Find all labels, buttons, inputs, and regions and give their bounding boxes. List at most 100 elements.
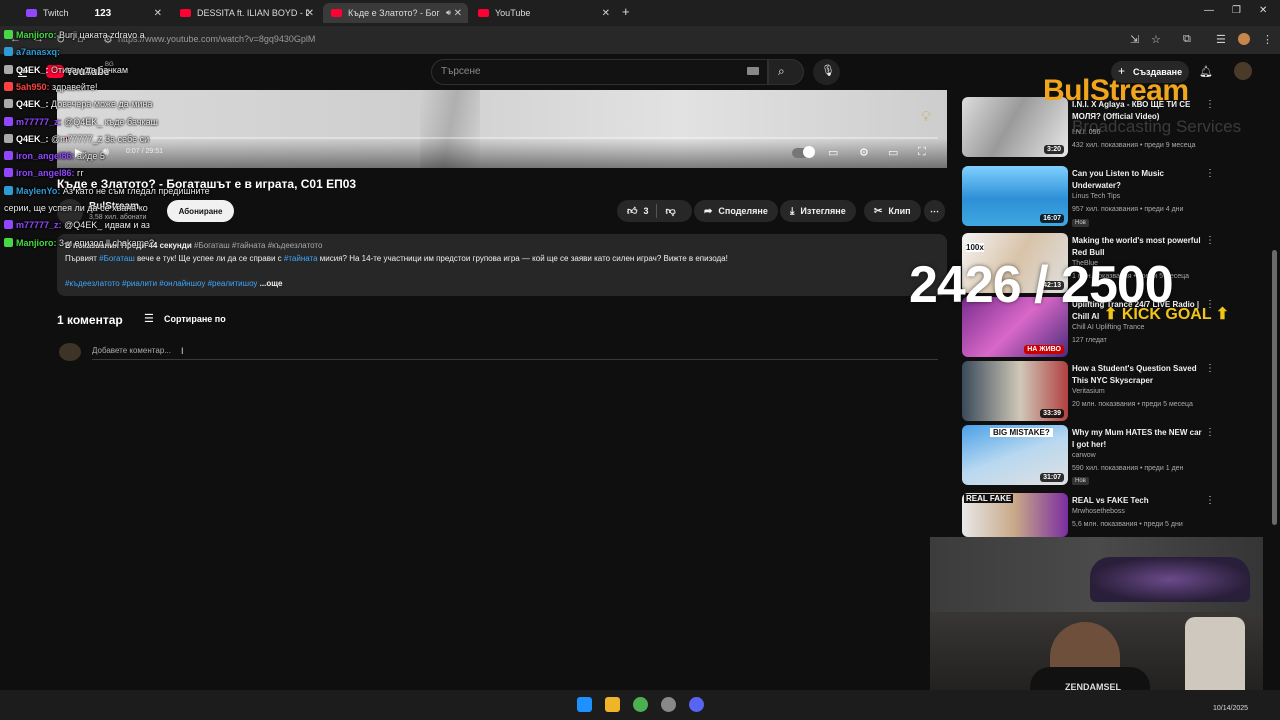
recommendation-item[interactable]: 33:39 How a Student's Question Saved Thi…: [962, 361, 1222, 425]
rec-title[interactable]: Why my Mum HATES the NEW car I got her!: [1072, 427, 1202, 451]
tab-youtube[interactable]: YouTube ✕: [470, 3, 616, 23]
url-field[interactable]: https://www.youtube.com/watch?v=8gq9430G…: [118, 34, 315, 44]
search-input[interactable]: Търсене: [441, 66, 481, 77]
subscribe-button[interactable]: Абониране: [167, 200, 234, 222]
close-icon[interactable]: ✕: [454, 8, 462, 19]
video-thumbnail[interactable]: REAL FAKE: [962, 493, 1068, 537]
maximize-icon[interactable]: ❐: [1232, 5, 1241, 16]
thumbs-down-icon[interactable]: 👎︎: [665, 205, 675, 217]
more-horizontal-icon: ⋯: [930, 205, 939, 216]
chat-username: a7anasxq:: [16, 47, 61, 58]
search-box[interactable]: [431, 59, 768, 85]
chrome-icon[interactable]: [633, 697, 648, 712]
theater-mode-icon[interactable]: ▭: [888, 146, 898, 159]
sort-button[interactable]: Сортиране по: [164, 314, 226, 324]
browser-profile-avatar[interactable]: [1238, 33, 1250, 45]
settings-gear-icon[interactable]: ⚙︎: [859, 146, 869, 159]
youtube-icon: [478, 9, 489, 17]
close-icon[interactable]: ✕: [602, 8, 610, 19]
hashtag-link[interactable]: #тайната: [284, 254, 318, 263]
goal-label-text: KICK GOAL: [1121, 306, 1212, 323]
chat-username: Q4EK_:: [16, 64, 49, 75]
rec-title[interactable]: REAL vs FAKE Tech: [1072, 495, 1202, 507]
more-actions-button[interactable]: ⋯: [924, 200, 945, 222]
show-more-link[interactable]: ...още: [260, 279, 283, 288]
hint-bulb-icon: 💡︎: [921, 108, 931, 124]
share-button[interactable]: ➦ Споделяне: [694, 200, 778, 222]
rec-title[interactable]: How a Student's Question Saved This NYC …: [1072, 363, 1202, 387]
more-vertical-icon[interactable]: ⋮: [1205, 427, 1215, 438]
rec-channel[interactable]: carwow: [1072, 452, 1096, 459]
video-player[interactable]: [57, 90, 947, 168]
browser-menu-icon[interactable]: ⋮: [1262, 33, 1273, 46]
video-thumbnail[interactable]: 16:07: [962, 166, 1068, 226]
clip-label: Клип: [888, 206, 911, 216]
download-button[interactable]: ⤓ Изтегляне: [780, 200, 856, 222]
clip-button[interactable]: ✂ Клип: [864, 200, 921, 222]
subtitles-icon[interactable]: ▭: [828, 146, 838, 159]
hashtag-list[interactable]: #къдеезлатото #риалити #онлайншоу #реали…: [65, 279, 257, 288]
chat-badge-icon: [4, 64, 13, 74]
twitch-icon: [26, 9, 37, 17]
fullscreen-icon[interactable]: ⛶: [918, 146, 926, 159]
youtube-icon: [331, 9, 342, 17]
tab-dessita[interactable]: DESSITA ft. ILIAN BOYD - DOB! ✕: [172, 3, 320, 23]
more-vertical-icon[interactable]: ⋮: [1205, 168, 1215, 179]
browser-tab-strip: Twitch 123 ✕ DESSITA ft. ILIAN BOYD - DO…: [0, 0, 1280, 26]
rec-channel[interactable]: Chill AI Uplifting Trance: [1072, 324, 1144, 331]
close-window-icon[interactable]: ✕: [1259, 5, 1267, 16]
chat-text: Довечера може да мина: [51, 99, 153, 110]
notifications-bell-icon[interactable]: 🔔︎: [1199, 65, 1213, 78]
more-vertical-icon[interactable]: ⋮: [1205, 99, 1215, 110]
recommendation-item[interactable]: 16:07 Can you Listen to Music Underwater…: [962, 166, 1222, 230]
more-vertical-icon[interactable]: ⋮: [1205, 363, 1215, 374]
speaker-icon[interactable]: 🔊︎: [446, 8, 451, 18]
discord-icon[interactable]: [689, 697, 704, 712]
rec-channel[interactable]: Linus Tech Tips: [1072, 193, 1120, 200]
new-tab-button[interactable]: +: [622, 4, 630, 19]
extensions-icon[interactable]: ⧉: [1183, 33, 1191, 46]
keyboard-icon[interactable]: [747, 67, 759, 75]
desc-text-part: мисия? На 14-те участници им предстои гр…: [319, 254, 728, 263]
bulstream-subtitle: Broadcasting Services: [1072, 117, 1242, 136]
file-explorer-icon[interactable]: [605, 697, 620, 712]
tab-twitch[interactable]: Twitch 123 ✕: [18, 3, 168, 23]
comment-underline: [92, 359, 938, 360]
tab-active-video[interactable]: Къде е Златото? - Богаташ 🔊︎ ✕: [323, 3, 468, 23]
video-thumbnail[interactable]: 33:39: [962, 361, 1068, 421]
search-button[interactable]: [768, 59, 804, 85]
recommendation-item[interactable]: BIG MISTAKE? 31:07 Why my Mum HATES the …: [962, 425, 1222, 489]
more-vertical-icon[interactable]: ⋮: [1205, 495, 1215, 506]
windows-start-icon[interactable]: [577, 697, 592, 712]
close-icon[interactable]: ✕: [154, 8, 162, 19]
rec-channel[interactable]: Veritasium: [1072, 388, 1105, 395]
more-vertical-icon[interactable]: ⋮: [1205, 235, 1215, 246]
meta-hashtags[interactable]: #Богаташ #тайната #къдеезлатото: [194, 241, 322, 250]
webcam-car: [1090, 557, 1250, 602]
new-badge: Нов: [1072, 477, 1089, 485]
sort-icon[interactable]: ☰: [144, 312, 154, 325]
rec-channel[interactable]: Mrwhosetheboss: [1072, 508, 1125, 515]
comment-input[interactable]: Добавете коментар...: [92, 346, 171, 355]
minimize-icon[interactable]: —: [1204, 5, 1214, 16]
chat-username: iron_angel86:: [16, 168, 75, 179]
obs-icon[interactable]: [661, 697, 676, 712]
rec-title[interactable]: Can you Listen to Music Underwater?: [1072, 168, 1202, 192]
hashtag-link[interactable]: #Богаташ: [99, 254, 135, 263]
progress-bar[interactable]: [65, 137, 938, 139]
thumbs-up-icon[interactable]: 👍︎: [627, 205, 637, 217]
page-scrollbar[interactable]: [1272, 250, 1277, 525]
account-avatar[interactable]: [1234, 62, 1252, 80]
chat-message: a7anasxq:: [4, 47, 60, 57]
chat-badge-icon: [4, 30, 13, 39]
close-icon[interactable]: ✕: [306, 8, 314, 19]
bookmark-star-icon[interactable]: ☆: [1151, 33, 1161, 46]
description-text: Първият #Богаташ вече е тук! Ще успее ли…: [65, 254, 728, 263]
chat-message: Manjioro: Burji цаката zdravo а: [4, 30, 145, 40]
description-hashtags[interactable]: #къдеезлатото #риалити #онлайншоу #реали…: [65, 279, 282, 288]
chat-text: 3-и епизод ll chakame?: [59, 237, 155, 248]
video-thumbnail[interactable]: BIG MISTAKE? 31:07: [962, 425, 1068, 485]
cast-icon[interactable]: ⇲: [1130, 33, 1139, 46]
like-count[interactable]: 3: [643, 206, 648, 216]
tab-search-icon[interactable]: ☰: [1216, 33, 1226, 46]
